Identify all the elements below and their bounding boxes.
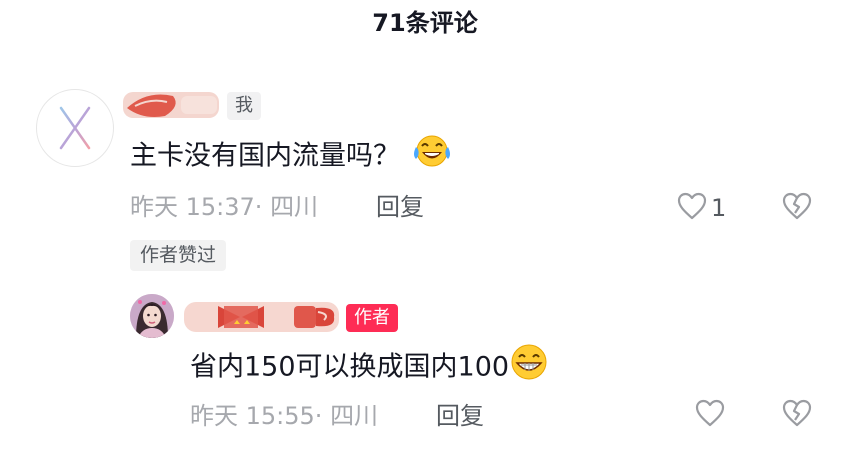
broken-heart-icon (782, 399, 812, 427)
reply-button[interactable]: 回复 (436, 399, 484, 433)
username-redaction (123, 92, 219, 118)
comment-time: 昨天 15:37 (130, 193, 255, 221)
author-liked-badge: 作者赞过 (130, 240, 227, 271)
meta-separator: · (254, 193, 271, 221)
like-button[interactable] (694, 398, 726, 432)
self-tag: 我 (227, 92, 261, 120)
heart-icon (695, 399, 725, 427)
author-tag: 作者 (346, 304, 398, 332)
comments-panel: 71条评论 我 主卡没有国内流量吗？ 昨天 15:37· 四川 回复 1 作者赞… (0, 0, 850, 451)
comment-location: 四川 (270, 193, 319, 221)
comment-count-title: 71条评论 (372, 9, 478, 37)
comment-meta: 昨天 15:37· 四川 (130, 190, 318, 224)
author-avatar[interactable] (130, 294, 174, 338)
comment-text: 主卡没有国内流量吗？ (130, 133, 454, 181)
reply-text-content: 省内150可以换成国内100 (190, 351, 510, 383)
author-username-masked[interactable] (184, 296, 339, 338)
reply-time: 昨天 15:55 (190, 402, 315, 430)
avatar[interactable] (36, 89, 114, 167)
heart-icon (677, 192, 707, 220)
author-avatar-image (130, 294, 174, 338)
laugh-cry-icon (410, 133, 454, 181)
like-count: 1 (711, 194, 727, 222)
grin-icon (509, 343, 549, 393)
like-button[interactable] (676, 191, 708, 225)
comment-text-content: 主卡没有国内流量吗？ (130, 140, 400, 172)
x-logo-icon (59, 106, 91, 150)
dislike-button[interactable] (781, 398, 813, 432)
username-redaction (184, 302, 339, 332)
username-masked[interactable] (121, 88, 221, 122)
reply-button[interactable]: 回复 (376, 190, 424, 224)
reply-text: 省内150可以换成国内100 (190, 343, 549, 393)
broken-heart-icon (782, 192, 812, 220)
reply-location: 四川 (330, 402, 379, 430)
meta-separator: · (314, 402, 331, 430)
dislike-button[interactable] (781, 191, 813, 225)
reply-meta: 昨天 15:55· 四川 (190, 399, 378, 433)
